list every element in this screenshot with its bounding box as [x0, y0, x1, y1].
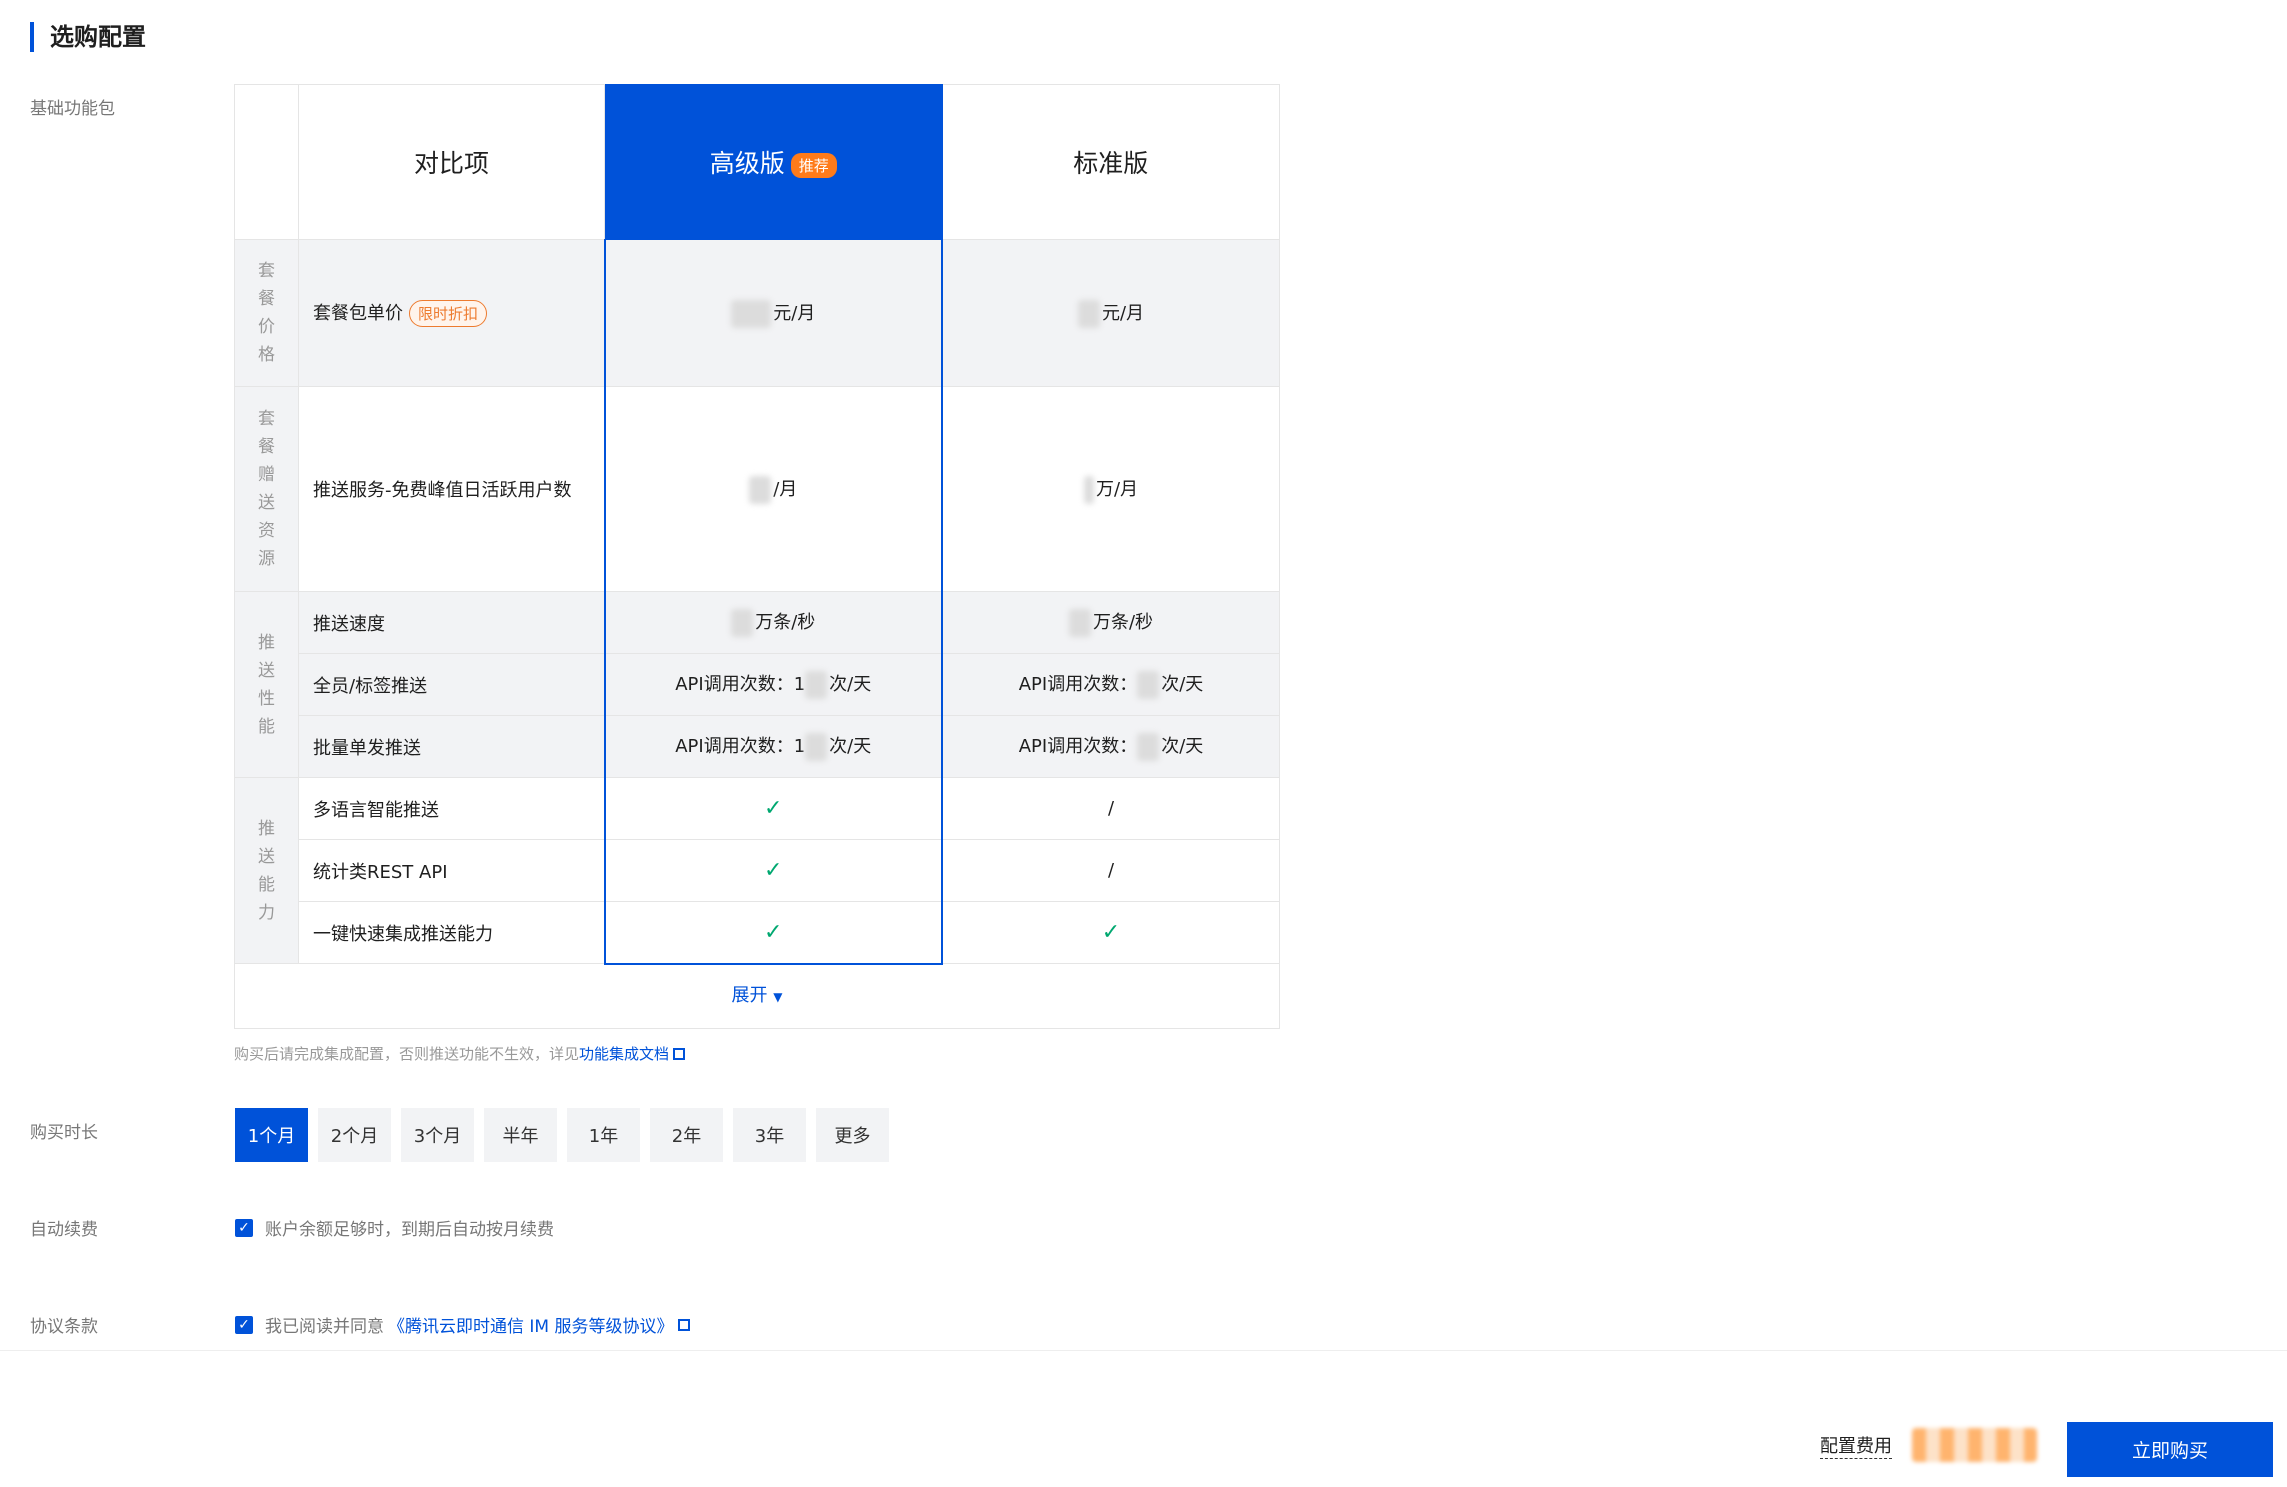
blurred-value: [1077, 299, 1100, 328]
unit-price-standard: 元/月: [941, 239, 1280, 387]
integration-note: 购买后请完成集成配置，否则推送功能不生效，详见功能集成文档: [234, 1043, 686, 1064]
row-all-tag-label: 全员/标签推送: [298, 653, 605, 716]
all-tag-standard: API调用次数： 次/天: [941, 653, 1280, 716]
duration-option[interactable]: 2个月: [318, 1108, 391, 1162]
auto-renew-text: 账户余额足够时，到期后自动按月续费: [265, 1220, 554, 1240]
auto-renew-option: ✓ 账户余额足够时，到期后自动按月续费: [235, 1215, 554, 1240]
check-icon: ✓: [764, 919, 783, 945]
all-tag-advanced: API调用次数：1 次/天: [603, 653, 943, 716]
header-advanced[interactable]: 高级版 推荐: [604, 84, 943, 240]
comparison-table: 对比项 高级版 推荐 标准版 套餐价格 套餐包单价 限时折扣 元/月 元/月 套餐赠…: [234, 84, 1280, 965]
header-compare: 对比项: [298, 84, 605, 240]
blurred-value: [749, 475, 772, 504]
quick-advanced: ✓: [603, 901, 943, 965]
multilang-standard: /: [941, 777, 1280, 840]
cost-label[interactable]: 配置费用: [1820, 1432, 1892, 1459]
blurred-value: [1137, 671, 1160, 699]
blurred-value: [1137, 733, 1160, 761]
header-standard[interactable]: 标准版: [941, 84, 1280, 240]
check-icon: ✓: [1101, 920, 1121, 945]
blurred-value: [1083, 475, 1094, 504]
dau-standard: 万/月: [941, 386, 1280, 592]
external-link-icon[interactable]: [673, 1048, 686, 1060]
footer-divider: [0, 1350, 2287, 1351]
batch-standard: API调用次数： 次/天: [941, 715, 1280, 778]
agreement-checkbox[interactable]: ✓: [235, 1315, 253, 1334]
blurred-value: [731, 609, 754, 637]
quick-standard: ✓: [941, 901, 1280, 964]
agreement-link[interactable]: 《腾讯云即时通信 IM 服务等级协议》: [388, 1312, 674, 1337]
blurred-value: [1068, 609, 1091, 637]
auto-renew-label: 自动续费: [30, 1220, 98, 1240]
check-icon: ✓: [764, 858, 783, 883]
duration-option[interactable]: 半年: [484, 1108, 557, 1162]
integration-doc-link[interactable]: 功能集成文档: [579, 1045, 669, 1063]
category-performance: 推送性能: [234, 591, 299, 778]
base-package-label: 基础功能包: [30, 99, 115, 119]
header-blank-cell: [234, 84, 299, 240]
row-batch-label: 批量单发推送: [298, 715, 605, 778]
blurred-value: [805, 671, 828, 699]
speed-advanced: 万条/秒: [603, 591, 943, 654]
category-capability: 推送能力: [234, 777, 299, 964]
agreement-text: 我已阅读并同意: [265, 1317, 384, 1337]
duration-option[interactable]: 1个月: [235, 1108, 308, 1162]
row-dau-label: 推送服务-免费峰值日活跃用户数: [298, 386, 605, 592]
duration-option[interactable]: 1年: [567, 1108, 640, 1162]
category-price: 套餐价格: [234, 239, 299, 387]
stats-api-standard: /: [941, 839, 1280, 902]
duration-option[interactable]: 2年: [650, 1108, 723, 1162]
row-stats-api-label: 统计类REST API: [298, 839, 605, 902]
auto-renew-checkbox[interactable]: ✓: [235, 1218, 253, 1237]
duration-option[interactable]: 3年: [733, 1108, 806, 1162]
duration-option[interactable]: 3个月: [401, 1108, 474, 1162]
caret-down-icon: ▼: [773, 990, 783, 1004]
row-quick-label: 一键快速集成推送能力: [298, 901, 605, 964]
speed-standard: 万条/秒: [941, 591, 1280, 654]
agreement-label: 协议条款: [30, 1317, 98, 1337]
check-icon: ✓: [764, 796, 783, 821]
duration-option[interactable]: 更多: [816, 1108, 889, 1162]
section-title: 选购配置: [30, 22, 146, 52]
advanced-title: 高级版: [709, 149, 785, 178]
recommend-badge: 推荐: [790, 152, 837, 178]
expand-button[interactable]: 展开 ▼: [234, 964, 1280, 1029]
stats-api-advanced: ✓: [603, 839, 943, 902]
row-speed-label: 推送速度: [298, 591, 605, 654]
blurred-price: [1912, 1428, 2037, 1462]
discount-tag: 限时折扣: [409, 300, 488, 327]
buy-now-button[interactable]: 立即购买: [2067, 1422, 2273, 1477]
agreement-option: ✓ 我已阅读并同意 《腾讯云即时通信 IM 服务等级协议》: [235, 1312, 690, 1337]
dau-advanced: /月: [603, 386, 943, 592]
batch-advanced: API调用次数：1 次/天: [603, 715, 943, 778]
duration-selector: 1个月 2个月 3个月 半年 1年 2年 3年 更多: [235, 1108, 889, 1162]
unit-price-advanced: 元/月: [603, 239, 943, 387]
blurred-value: [805, 733, 828, 761]
duration-label: 购买时长: [30, 1123, 98, 1143]
external-link-icon[interactable]: [677, 1318, 690, 1331]
row-unit-price-label: 套餐包单价 限时折扣: [298, 239, 605, 387]
blurred-value: [731, 299, 772, 328]
multilang-advanced: ✓: [603, 777, 943, 840]
category-gift: 套餐赠送资源: [234, 386, 299, 592]
row-multilang-label: 多语言智能推送: [298, 777, 605, 840]
